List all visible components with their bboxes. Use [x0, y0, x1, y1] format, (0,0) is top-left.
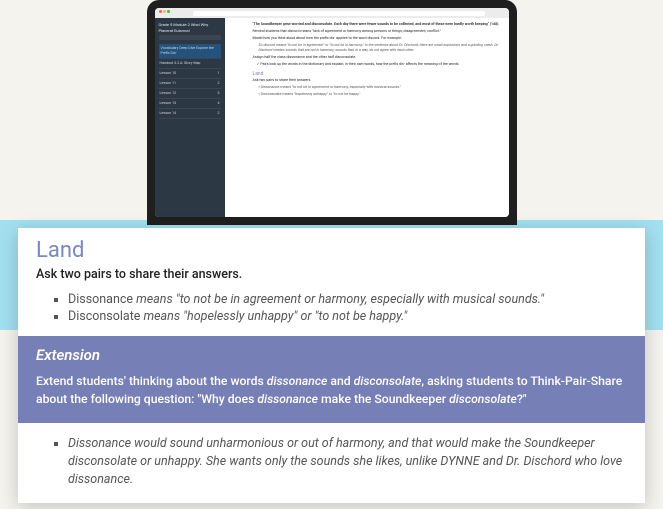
mini-land-heading: Land	[253, 71, 501, 78]
sample-answer: Dissonance would sound unharmonious or o…	[68, 435, 627, 489]
mini-bullet: ▪ Dissonance means "to not be in agreeme…	[253, 85, 501, 90]
doc-example: So discord means "to not be in agreement…	[253, 43, 501, 53]
sidebar-search[interactable]	[159, 35, 221, 40]
section-heading-land: Land	[36, 238, 627, 263]
definition-item: Disconsolate means "hopelessly unhappy" …	[68, 309, 627, 324]
app-sidebar: Grade 5 Module 2 Wisd Why Placerat Euism…	[155, 18, 225, 217]
window-controls	[159, 10, 171, 15]
sidebar-item[interactable]: Lesson 123	[159, 89, 221, 99]
sidebar-item[interactable]: Vocabulary Deep Dive Explore the Prefix …	[159, 44, 221, 59]
sidebar-item[interactable]: Lesson 142	[159, 109, 221, 119]
doc-quote: "The Soundkeeper grew worried and discon…	[253, 22, 501, 27]
sidebar-title: Grade 5 Module 2 Wisd Why Placerat Euism…	[159, 22, 221, 33]
definition-list: Dissonance means "to not be in agreement…	[36, 292, 627, 324]
extension-heading: Extension	[36, 346, 627, 364]
laptop-screen: Grade 5 Module 2 Wisd Why Placerat Euism…	[155, 8, 509, 217]
browser-chrome	[155, 8, 509, 18]
document-page: "The Soundkeeper grew worried and discon…	[225, 18, 509, 217]
doc-line: Model how you think aloud about how the …	[253, 36, 501, 41]
sidebar-item[interactable]: Lesson 101	[159, 69, 221, 79]
doc-task: ✓ Pairs look up the words in the diction…	[253, 62, 501, 67]
doc-line: Assign half the class dissonance and the…	[253, 55, 501, 60]
sidebar-item[interactable]: Handout 3.2.A: Story Map	[159, 59, 221, 69]
lesson-card: Land Ask two pairs to share their answer…	[18, 228, 645, 503]
laptop-mock: Grade 5 Module 2 Wisd Why Placerat Euism…	[147, 0, 517, 225]
mini-bullet: ▪ Disconsolate means "hopelessly unhappy…	[253, 92, 501, 97]
sample-answer-list: Dissonance would sound unharmonious or o…	[36, 435, 627, 489]
mini-prompt: Ask two pairs to share their answers.	[253, 78, 501, 83]
sidebar-item[interactable]: Lesson 112	[159, 79, 221, 89]
sidebar-item[interactable]: Lesson 134	[159, 99, 221, 109]
doc-line: Remind students that discord means "lack…	[253, 29, 501, 34]
definition-item: Dissonance means "to not be in agreement…	[68, 292, 627, 307]
instruction-prompt: Ask two pairs to share their answers.	[36, 267, 627, 282]
extension-text: Extend students' thinking about the word…	[36, 372, 627, 409]
extension-block: Extension Extend students' thinking abou…	[18, 336, 645, 423]
address-bar[interactable]	[193, 11, 485, 16]
